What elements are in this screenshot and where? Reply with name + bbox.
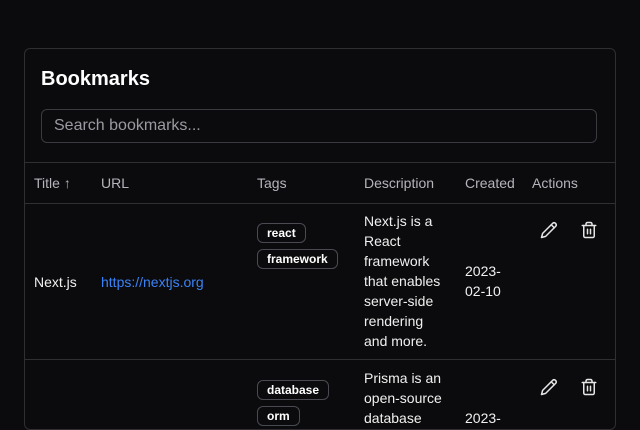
column-header-actions: Actions: [532, 175, 578, 191]
row-url-link[interactable]: https://nextjs.org: [101, 274, 204, 290]
trash-icon[interactable]: [580, 221, 598, 239]
pencil-icon[interactable]: [540, 221, 558, 239]
search-input[interactable]: [41, 109, 597, 143]
pencil-icon[interactable]: [540, 378, 558, 396]
column-header-created: Created: [465, 175, 515, 191]
divider: [25, 359, 615, 360]
row-title: Next.js: [34, 274, 77, 290]
column-header-title[interactable]: Title ↑: [34, 175, 71, 191]
bookmarks-card: Bookmarks Title ↑ URL Tags Description C…: [24, 48, 616, 430]
row-created-date: 2023-: [465, 410, 501, 426]
trash-icon[interactable]: [580, 378, 598, 396]
page-title: Bookmarks: [41, 68, 150, 90]
row-description: Prisma is an open-source database: [364, 370, 442, 426]
divider: [25, 162, 615, 163]
column-header-description: Description: [364, 175, 435, 191]
tag-badge: orm: [257, 406, 300, 426]
tag-badge: database: [257, 380, 330, 400]
column-header-url: URL: [101, 175, 130, 191]
column-header-tags: Tags: [257, 175, 287, 191]
divider: [25, 203, 615, 204]
row-description: Next.js is a React framework that enable…: [364, 213, 441, 349]
tag-badge: framework: [257, 249, 338, 269]
row-created-date: 2023- 02-10: [465, 263, 501, 299]
tag-badge: react: [257, 223, 306, 243]
